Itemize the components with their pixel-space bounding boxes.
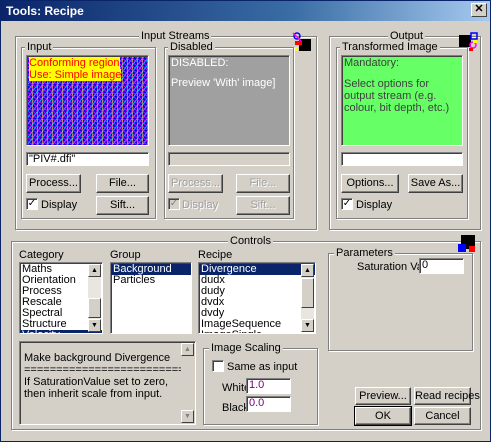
group-header: Group [110,249,141,261]
output-preview-line1: Mandatory: [344,57,400,69]
group-list[interactable]: Background Particles [110,262,192,334]
disabled-preview-line1: DISABLED: [171,57,229,69]
input-sift-button[interactable]: Sift... [96,196,149,215]
controls-group-title: Controls [228,235,273,247]
title-bar: Tools: Recipe ✕ [1,1,490,21]
disabled-process-button: Process... [168,174,223,193]
scroll-down-icon[interactable]: ▼ [301,319,314,332]
disabled-file-button: File... [236,174,290,193]
list-item[interactable]: ImageSingle [199,330,315,334]
white-value-input[interactable]: 1.0 [246,378,291,394]
window-title: Tools: Recipe [6,4,84,18]
scroll-up-icon[interactable]: ▲ [88,264,101,277]
disabled-display-checkbox: ✓ [168,198,180,210]
black-value-input[interactable]: 0.0 [246,396,291,412]
input-process-button[interactable]: Process... [26,174,81,193]
scroll-thumb[interactable] [88,298,101,318]
close-button[interactable]: ✕ [471,3,487,17]
output-preview: Mandatory: Select options for output str… [341,55,463,146]
input-subgroup-title: Input [25,41,54,53]
saturation-input[interactable]: 0 [419,258,464,274]
description-line3: If SaturationValue set to zero, then inh… [24,376,169,400]
options-button[interactable]: Options... [341,174,399,193]
group-items: Background Particles [111,263,191,286]
output-preview-line2: Select options for output stream (e.g. c… [344,78,450,114]
stream-config-icon[interactable] [291,31,313,53]
recipe-items: DivergencedudxdudydvdxdvdyImageSequenceI… [199,263,315,334]
recipe-window: Tools: Recipe ✕ Input Streams Input Conf… [0,0,491,442]
preview-button[interactable]: Preview... [355,387,411,405]
parameters-title: Parameters [334,247,395,259]
output-display-checkbox[interactable]: ✓ [341,198,353,210]
disabled-display-label: Display [182,199,219,211]
description-scrollbar[interactable]: ▲ ▼ [181,343,194,423]
input-file-button[interactable]: File... [96,174,149,193]
input-filename-field[interactable]: "PIV#.dfi" [26,152,149,166]
same-as-input-checkbox[interactable] [212,360,224,372]
recipe-description: Make background Divergence =============… [19,341,196,425]
disabled-preview: DISABLED: Preview 'With' image] [168,55,290,146]
scroll-up-icon: ▲ [181,343,194,356]
description-line1: Make background Divergence [24,352,171,364]
scroll-up-icon[interactable]: ▲ [301,264,314,277]
recipe-header: Recipe [198,249,233,261]
save-as-button[interactable]: Save As... [408,174,463,193]
read-recipes-button[interactable]: Read recipes [414,387,480,405]
black-label: Black [222,402,249,414]
description-line2: ================================ [24,364,191,376]
cancel-button[interactable]: Cancel [414,407,471,425]
input-preview-line: Conforming region [29,57,120,69]
category-header: Category [19,249,64,261]
disabled-filename-field [168,152,290,166]
image-scaling-title: Image Scaling [209,342,283,354]
input-display-label: Display [41,199,78,211]
scroll-down-icon: ▼ [181,410,194,423]
controls-config-icon[interactable] [456,232,478,254]
input-preview: Conforming region Use: Simple image [26,55,149,146]
transformed-subgroup-title: Transformed Image [340,41,440,53]
close-icon: ✕ [474,3,484,15]
output-display-label: Display [356,199,393,211]
ok-button[interactable]: OK [354,406,412,426]
scroll-down-icon[interactable]: ▼ [88,319,101,332]
disabled-preview-line2: Preview 'With' image] [171,77,276,89]
same-as-input-label: Same as input [227,361,298,373]
category-scrollbar[interactable]: ▲ ▼ [88,264,101,332]
input-display-checkbox[interactable]: ✓ [26,198,38,210]
recipe-list[interactable]: DivergencedudxdudydvdxdvdyImageSequenceI… [198,262,316,334]
list-item[interactable]: Particles [111,275,191,286]
disabled-sift-button: Sift... [236,196,290,215]
output-filename-field[interactable] [341,152,463,166]
input-preview-overlay: Conforming region Use: Simple image [29,57,146,81]
input-preview-line: Use: Simple image [29,69,122,81]
disabled-subgroup-title: Disabled [168,41,215,53]
scroll-thumb[interactable] [301,278,314,308]
category-list[interactable]: Maths Orientation Process Rescale Spectral St… [19,262,103,334]
recipe-scrollbar[interactable]: ▲ ▼ [301,264,314,332]
